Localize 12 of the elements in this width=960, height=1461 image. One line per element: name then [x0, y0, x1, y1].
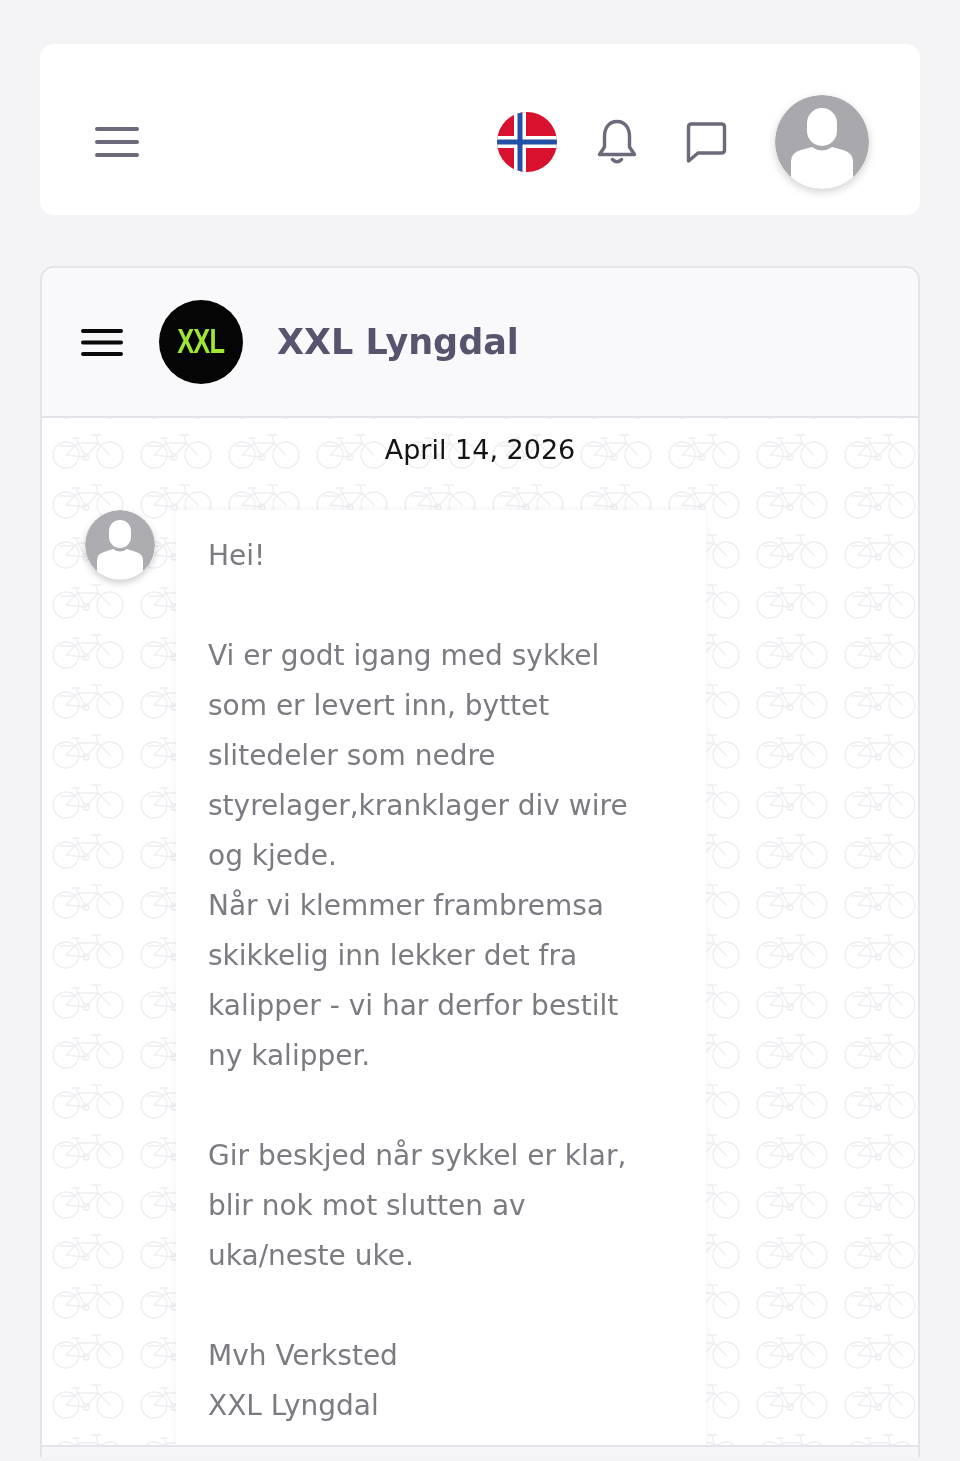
message-text: Hei! Vi er godt igang med sykkel som er levert inn, byttet slitedeler som nedre styrelager,kranklager div wire og kjede. Når vi klemmer frambremsa skikkelig inn lekker det fra kalipper - vi har derfor bestilt ny kalipper. Gir beskjed når sykkel er klar, blir nok mot slutten av uka/neste uke. Mvh Verksted XXL Lyngdal — [208, 538, 629, 1424]
flag-icon[interactable] — [497, 112, 557, 172]
messages-icon[interactable] — [685, 120, 728, 164]
message-date: April 14, 2026 — [384, 433, 576, 467]
chat-menu-button[interactable] — [81, 328, 123, 356]
menu-button[interactable] — [95, 127, 139, 157]
menu-icon — [81, 328, 123, 356]
sender-avatar — [85, 510, 155, 580]
chat-title: XXL Lyngdal — [277, 321, 519, 363]
menu-icon — [95, 127, 139, 157]
notification-bell-icon[interactable] — [596, 118, 638, 166]
store-logo: XXL — [159, 300, 243, 384]
